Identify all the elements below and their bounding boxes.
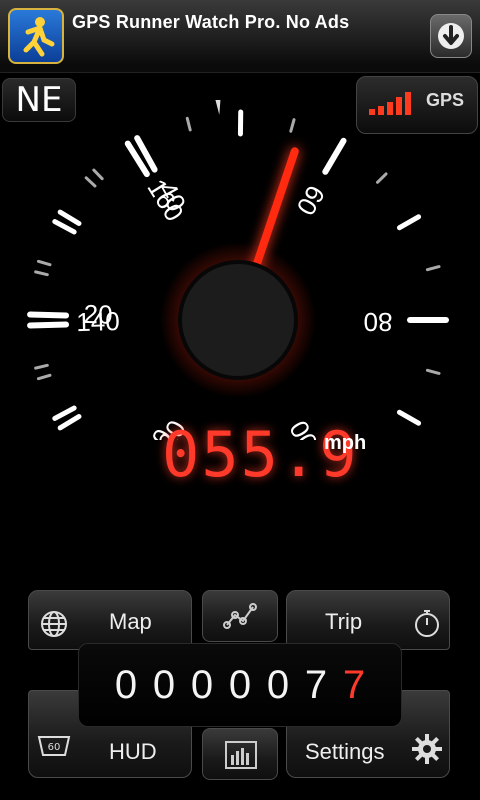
gauge-minor-tick	[289, 118, 296, 133]
gauge-minor-tick	[34, 363, 49, 370]
gauge-minor-tick	[425, 265, 441, 272]
svg-text:60: 60	[48, 742, 61, 753]
gauge-major-tick	[27, 321, 70, 329]
trip-label: Trip	[325, 609, 363, 634]
gauge-hub	[178, 260, 298, 380]
gauge-minor-tick	[36, 373, 52, 381]
globe-icon	[41, 611, 67, 637]
route-graph-icon	[223, 603, 257, 629]
speed-unit: mph	[324, 432, 367, 454]
odometer-digit: 0	[114, 662, 138, 707]
odometer-digit: 7	[304, 662, 328, 707]
odometer-digit: 0	[266, 662, 290, 707]
download-icon	[438, 23, 464, 49]
gauge-minor-tick	[84, 176, 97, 188]
speedometer-gauge: 020406080100120140160	[27, 100, 449, 440]
gauge-minor-tick	[52, 219, 77, 235]
yellow-pin-marker	[213, 100, 222, 115]
gauge-minor-tick	[57, 413, 82, 431]
stopwatch-icon	[415, 610, 439, 637]
gauge-major-tick	[322, 137, 347, 175]
gauge-tick-label: 140	[76, 306, 120, 337]
stats-button[interactable]	[202, 728, 278, 780]
map-button[interactable]: Map	[28, 590, 192, 650]
settings-label: Settings	[305, 739, 385, 764]
gauge-minor-tick	[36, 259, 52, 267]
odometer-digit: 0	[190, 662, 214, 707]
odometer-digit-tenths: 7	[342, 662, 366, 707]
gauge-tick-label: 60	[291, 180, 332, 220]
gauge-minor-tick	[57, 209, 82, 227]
route-graph-button[interactable]	[202, 590, 278, 642]
gauge-minor-tick	[396, 214, 422, 231]
odometer-digit: 0	[152, 662, 176, 707]
notification-bar	[0, 0, 480, 73]
gauge-minor-tick	[52, 405, 77, 421]
gauge-major-tick	[27, 311, 70, 319]
runner-app-icon	[8, 8, 64, 64]
trip-button[interactable]: Trip	[286, 590, 450, 650]
odometer: 0 0 0 0 0 7 7	[78, 643, 402, 727]
gauge-minor-tick	[396, 409, 422, 426]
odometer-digit: 0	[228, 662, 252, 707]
gauge-tick-label: 160	[141, 174, 189, 227]
gear-icon	[412, 734, 442, 764]
hud-icon: 60	[37, 736, 71, 756]
gauge-minor-tick	[375, 172, 388, 184]
app-title: GPS Runner Watch Pro. No Ads	[72, 12, 350, 32]
gauge-minor-tick	[34, 270, 49, 277]
gauge-tick-label: 80	[364, 307, 393, 337]
gauge-minor-tick	[92, 168, 104, 181]
hud-label: HUD	[109, 739, 157, 764]
download-button[interactable]	[430, 14, 472, 58]
gauge-minor-tick	[425, 368, 441, 375]
gauge-minor-tick	[185, 116, 192, 132]
map-label: Map	[109, 609, 152, 634]
bar-chart-icon	[225, 741, 257, 769]
